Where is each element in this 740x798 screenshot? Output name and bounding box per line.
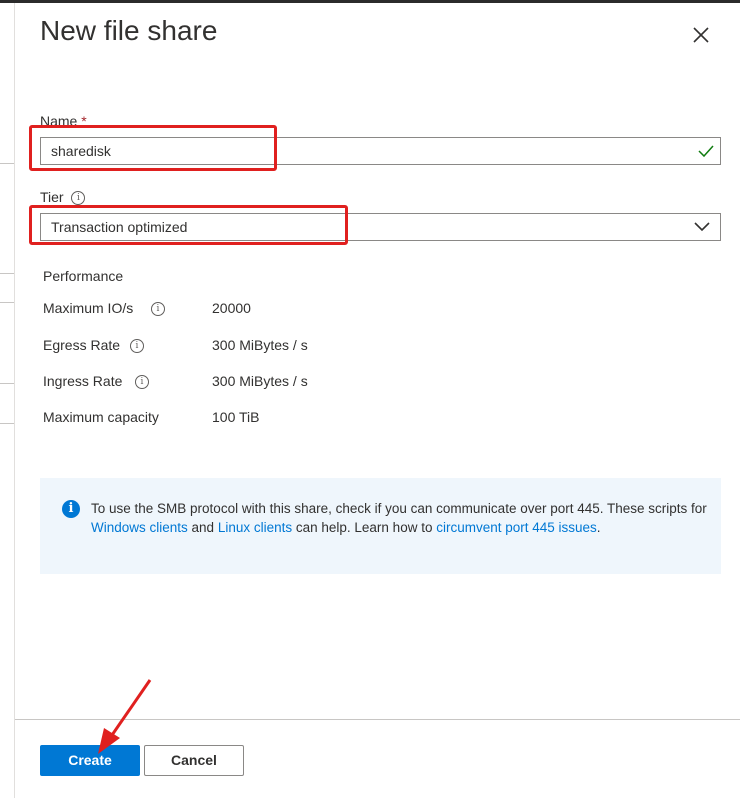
perf-label: Egress Rate: [43, 337, 121, 353]
info-tooltip-icon[interactable]: i: [71, 191, 86, 206]
checkmark-icon: [698, 145, 714, 158]
chevron-down-icon: [694, 222, 710, 232]
annotation-highlight-name: [29, 125, 277, 171]
info-tooltip-icon[interactable]: i: [135, 375, 149, 389]
divider: [0, 423, 14, 424]
info-tooltip-icon[interactable]: i: [130, 339, 144, 353]
info-text-part: can help. Learn how to: [292, 519, 437, 535]
perf-value: 20000: [212, 300, 251, 316]
divider: [0, 163, 14, 164]
perf-label: Maximum capacity: [43, 409, 159, 425]
smb-info-message: i To use the SMB protocol with this shar…: [40, 478, 721, 574]
perf-value: 300 MiBytes / s: [212, 373, 308, 389]
annotation-arrow: [98, 679, 152, 754]
circumvent-port-link[interactable]: circumvent port 445 issues: [436, 520, 597, 535]
divider: [0, 383, 14, 384]
tier-label-text: Tier: [40, 189, 64, 205]
close-button[interactable]: [690, 24, 712, 46]
close-icon: [693, 27, 709, 43]
tier-field-label: Tier i: [40, 189, 86, 206]
divider: [0, 273, 14, 274]
linux-clients-link[interactable]: Linux clients: [218, 520, 292, 535]
background-blade-edge: [0, 3, 15, 798]
annotation-highlight-tier: [29, 205, 348, 245]
info-message-text: To use the SMB protocol with this share,…: [91, 500, 711, 537]
perf-value: 300 MiBytes / s: [212, 337, 308, 353]
info-text-part: .: [596, 519, 601, 535]
performance-heading: Performance: [43, 268, 124, 284]
perf-label: Ingress Rate: [43, 373, 123, 389]
info-tooltip-icon[interactable]: i: [151, 302, 165, 316]
perf-value: 100 TiB: [212, 409, 260, 425]
info-text-part: and: [187, 519, 218, 535]
divider: [0, 302, 14, 303]
info-icon: i: [62, 500, 80, 518]
perf-label: Maximum IO/s: [43, 300, 134, 316]
info-text-part: To use the SMB protocol with this share,…: [91, 501, 707, 516]
windows-clients-link[interactable]: Windows clients: [91, 520, 188, 535]
panel-title: New file share: [40, 15, 218, 46]
